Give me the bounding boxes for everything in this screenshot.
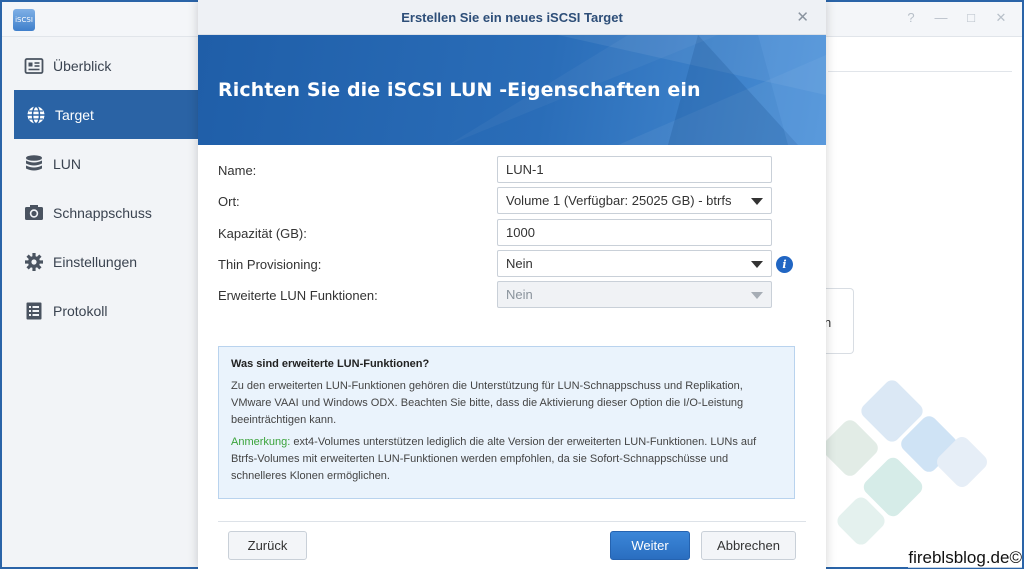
- sidebar-item-target[interactable]: Target: [14, 90, 200, 139]
- info-box-note: Anmerkung: ext4-Volumes unterstützen led…: [231, 434, 782, 485]
- capacity-field[interactable]: 1000: [497, 219, 772, 246]
- advanced-lun-row: Erweiterte LUN Funktionen: Nein: [218, 281, 808, 309]
- dialog-titlebar: Erstellen Sie ein neues iSCSI Target ✕: [198, 0, 826, 35]
- cancel-button[interactable]: Abbrechen: [701, 531, 796, 560]
- camera-icon: [24, 203, 44, 223]
- sidebar-item-overview[interactable]: Überblick: [12, 41, 200, 90]
- dialog-title: Erstellen Sie ein neues iSCSI Target: [401, 10, 623, 25]
- sidebar-item-label: LUN: [53, 155, 82, 172]
- thin-provisioning-select[interactable]: Nein: [497, 250, 772, 277]
- sidebar-item-label: Einstellungen: [53, 253, 138, 270]
- sidebar-item-label: Schnappschuss: [53, 204, 152, 221]
- banner-title: Richten Sie die iSCSI LUN -Eigenschaften…: [218, 79, 701, 101]
- dialog-banner: Richten Sie die iSCSI LUN -Eigenschaften…: [198, 35, 826, 145]
- sidebar-item-label: Target: [55, 106, 94, 123]
- advanced-lun-value: Nein: [506, 287, 533, 302]
- name-row: Name: LUN-1: [218, 156, 808, 184]
- chevron-down-icon: [751, 198, 763, 205]
- chevron-down-icon: [751, 292, 763, 299]
- sidebar-item-log[interactable]: Protokoll: [12, 286, 200, 335]
- location-row: Ort: Volume 1 (Verfügbar: 25025 GB) - bt…: [218, 187, 808, 215]
- globe-icon: [26, 105, 46, 125]
- back-button[interactable]: Zurück: [228, 531, 307, 560]
- note-label: Anmerkung:: [231, 436, 291, 448]
- chevron-down-icon: [751, 261, 763, 268]
- location-select-value: Volume 1 (Verfügbar: 25025 GB) - btrfs: [506, 193, 732, 208]
- sidebar-item-label: Protokoll: [53, 302, 108, 319]
- name-label: Name:: [218, 163, 257, 178]
- sidebar-item-settings[interactable]: Einstellungen: [12, 237, 200, 286]
- sidebar-item-lun[interactable]: LUN: [12, 139, 200, 188]
- window-controls: ? — □ ✕: [904, 10, 1008, 26]
- advanced-lun-label: Erweiterte LUN Funktionen:: [218, 288, 378, 303]
- overview-icon: [24, 56, 44, 76]
- capacity-label: Kapazität (GB):: [218, 226, 307, 241]
- create-iscsi-target-dialog: Erstellen Sie ein neues iSCSI Target ✕ R…: [198, 0, 826, 569]
- advanced-lun-select: Nein: [497, 281, 772, 308]
- minimize-icon[interactable]: —: [934, 10, 948, 26]
- log-icon: [24, 301, 44, 321]
- sidebar: Überblick Target LUN Schnappschuss Einst…: [2, 37, 200, 567]
- info-box-heading: Was sind erweiterte LUN-Funktionen?: [231, 358, 430, 370]
- thin-provisioning-value: Nein: [506, 256, 533, 271]
- capacity-row: Kapazität (GB): 1000: [218, 219, 808, 247]
- sidebar-item-snapshot[interactable]: Schnappschuss: [12, 188, 200, 237]
- close-icon[interactable]: ✕: [796, 0, 809, 35]
- maximize-icon[interactable]: □: [964, 10, 978, 26]
- info-box: Was sind erweiterte LUN-Funktionen? Zu d…: [218, 346, 795, 499]
- watermark: fireblsblog.de©: [908, 548, 1022, 568]
- name-field[interactable]: LUN-1: [497, 156, 772, 183]
- info-box-body: Zu den erweiterten LUN-Funktionen gehöre…: [231, 380, 744, 426]
- help-icon[interactable]: ?: [904, 10, 918, 26]
- content-divider: [828, 71, 1012, 72]
- close-window-icon[interactable]: ✕: [994, 10, 1008, 26]
- footer-divider: [218, 521, 806, 522]
- decorative-tile: [818, 416, 882, 480]
- next-button[interactable]: Weiter: [610, 531, 690, 560]
- gear-icon: [24, 252, 44, 272]
- note-text: ext4-Volumes unterstützen lediglich die …: [231, 436, 757, 482]
- thin-provisioning-label: Thin Provisioning:: [218, 257, 322, 272]
- database-icon: [24, 154, 44, 174]
- thin-provisioning-row: Thin Provisioning: Nein i: [218, 250, 808, 278]
- location-select[interactable]: Volume 1 (Verfügbar: 25025 GB) - btrfs: [497, 187, 772, 214]
- sidebar-item-label: Überblick: [53, 57, 112, 74]
- location-label: Ort:: [218, 194, 240, 209]
- info-icon[interactable]: i: [776, 256, 793, 273]
- iscsi-app-icon: iSCSI: [13, 9, 35, 31]
